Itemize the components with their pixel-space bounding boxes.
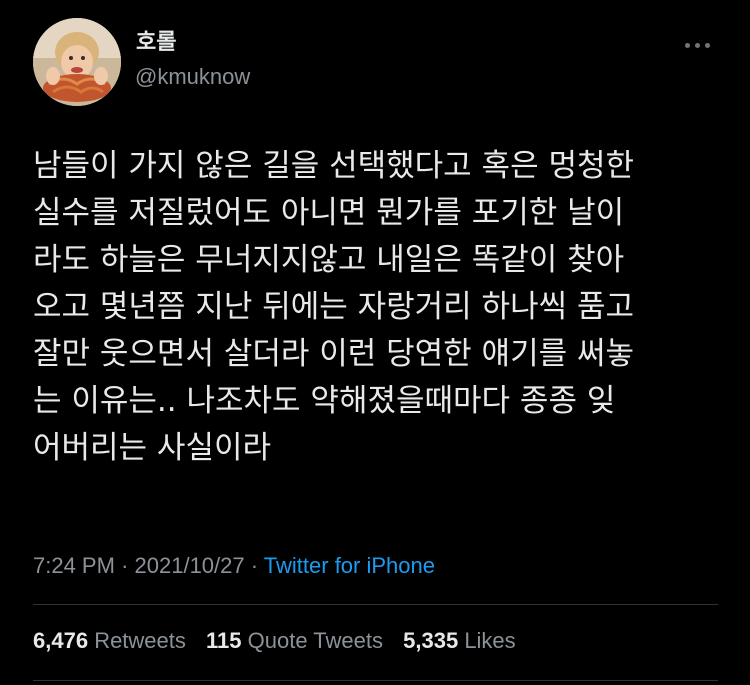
likes-stat[interactable]: 5,335 Likes: [403, 628, 516, 653]
tweet-text-line: 남들이 가지 않은 길을 선택했다고 혹은 멍청한: [33, 148, 635, 184]
retweets-label: Retweets: [94, 628, 186, 653]
display-name[interactable]: 호롤: [136, 30, 176, 56]
divider: [33, 604, 718, 605]
tweet-text-line: 라도 하늘은 무너지지않고 내일은 똑같이 찾아: [33, 242, 625, 278]
tweet-text: 남들이 가지 않은 길을 선택했다고 혹은 멍청한 실수를 저질렀어도 아니면 …: [33, 143, 733, 472]
tweet-stats: 6,476 Retweets 115 Quote Tweets 5,335 Li…: [33, 627, 530, 655]
quote-tweets-label: Quote Tweets: [247, 628, 383, 653]
likes-label: Likes: [464, 628, 516, 653]
tweet-text-line: 어버리는 사실이라: [33, 430, 272, 466]
more-options-icon[interactable]: [680, 34, 716, 54]
meta-separator: ·: [250, 553, 259, 578]
more-dot: [695, 43, 700, 48]
meta-separator: ·: [121, 553, 129, 578]
retweets-stat[interactable]: 6,476 Retweets: [33, 628, 186, 653]
retweets-count: 6,476: [33, 628, 89, 653]
divider: [33, 680, 718, 681]
tweet-text-line: 오고 몇년쯤 지난 뒤에는 자랑거리 하나씩 품고: [33, 289, 635, 325]
tweet-date[interactable]: 2021/10/27: [135, 553, 245, 578]
quote-tweets-count: 115: [206, 628, 242, 653]
avatar-image: [33, 18, 121, 106]
quote-tweets-stat[interactable]: 115 Quote Tweets: [206, 628, 383, 653]
tweet-meta: 7:24 PM · 2021/10/27 · Twitter for iPhon…: [33, 552, 435, 580]
tweet-text-line: 잘만 웃으면서 살더라 이런 당연한 얘기를 써놓: [33, 336, 635, 372]
tweet-text-line: 는 이유는.. 나조차도 약해졌을때마다 종종 잊: [33, 383, 616, 419]
tweet-time[interactable]: 7:24 PM: [33, 553, 115, 578]
more-dot: [685, 43, 690, 48]
tweet: 호롤 @kmuknow 남들이 가지 않은 길을 선택했다고 혹은 멍청한 실수…: [0, 0, 750, 685]
tweet-source-link[interactable]: Twitter for iPhone: [264, 553, 435, 578]
tweet-text-line: 실수를 저질렀어도 아니면 뭔가를 포기한 날이: [33, 195, 625, 231]
user-handle[interactable]: @kmuknow: [135, 63, 250, 91]
more-dot: [705, 43, 710, 48]
avatar[interactable]: [33, 18, 121, 106]
likes-count: 5,335: [403, 628, 459, 653]
